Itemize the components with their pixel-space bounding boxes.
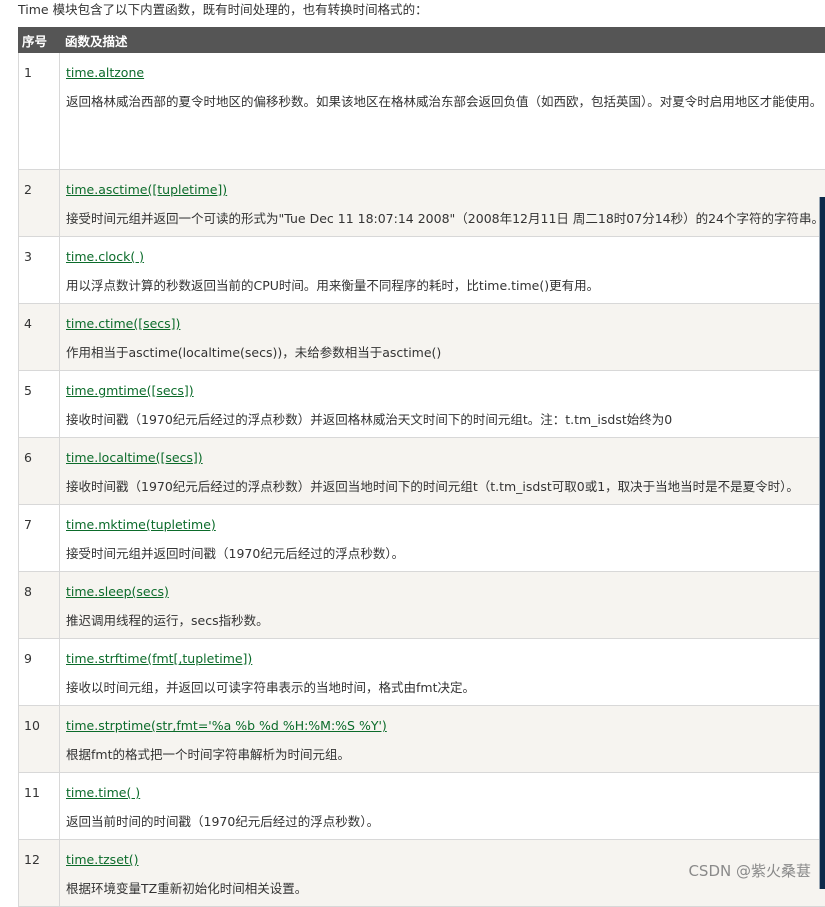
table-row: 9 time.strftime(fmt[,tupletime]) 接收以时间元组… [18, 639, 825, 706]
function-desc: 接受时间元组并返回时间戳（1970纪元后经过的浮点秒数）。 [66, 546, 405, 561]
function-desc: 根据fmt的格式把一个时间字符串解析为时间元组。 [66, 747, 350, 762]
row-desc-cell: time.strptime(str,fmt='%a %b %d %H:%M:%S… [60, 706, 825, 772]
function-desc: 接收以时间元组，并返回以可读字符串表示的当地时间，格式由fmt决定。 [66, 680, 475, 695]
function-name: time.altzone [66, 65, 145, 80]
table-row: 2 time.asctime([tupletime]) 接受时间元组并返回一个可… [18, 170, 825, 237]
intro-text: Time 模块包含了以下内置函数，既有时间处理的，也有转换时间格式的： [18, 2, 428, 17]
row-num: 9 [19, 639, 60, 705]
function-name: time.gmtime([secs]) [66, 383, 194, 398]
function-desc: 用以浮点数计算的秒数返回当前的CPU时间。用来衡量不同程序的耗时，比time.t… [66, 278, 600, 293]
function-name: time.ctime([secs]) [66, 316, 181, 331]
row-desc-cell: time.localtime([secs]) 接收时间戳（1970纪元后经过的浮… [60, 438, 825, 504]
function-desc: 推迟调用线程的运行，secs指秒数。 [66, 613, 269, 628]
function-name: time.sleep(secs) [66, 584, 169, 599]
table-row: 1 time.altzone 返回格林威治西部的夏令时地区的偏移秒数。如果该地区… [18, 53, 825, 170]
row-desc-cell: time.strftime(fmt[,tupletime]) 接收以时间元组，并… [60, 639, 825, 705]
row-desc-cell: time.clock( ) 用以浮点数计算的秒数返回当前的CPU时间。用来衡量不… [60, 237, 825, 303]
function-name: time.tzset() [66, 852, 139, 867]
function-name: time.strftime(fmt[,tupletime]) [66, 651, 253, 666]
table-row: 7 time.mktime(tupletime) 接受时间元组并返回时间戳（19… [18, 505, 825, 572]
row-desc-cell: time.asctime([tupletime]) 接受时间元组并返回一个可读的… [60, 170, 825, 236]
row-num: 4 [19, 304, 60, 370]
row-desc-cell: time.altzone 返回格林威治西部的夏令时地区的偏移秒数。如果该地区在格… [60, 53, 825, 169]
function-name: time.localtime([secs]) [66, 450, 203, 465]
function-desc: 接收时间戳（1970纪元后经过的浮点秒数）并返回当地时间下的时间元组t（t.tm… [66, 479, 799, 494]
table-row: 8 time.sleep(secs) 推迟调用线程的运行，secs指秒数。 [18, 572, 825, 639]
time-functions-table: 序号 函数及描述 1 time.altzone 返回格林威治西部的夏令时地区的偏… [18, 27, 825, 907]
table-row: 10 time.strptime(str,fmt='%a %b %d %H:%M… [18, 706, 825, 773]
function-name: time.asctime([tupletime]) [66, 182, 228, 197]
header-num: 序号 [22, 33, 48, 49]
function-name: time.mktime(tupletime) [66, 517, 216, 532]
terminal-window-edge [819, 197, 825, 889]
row-desc-cell: time.gmtime([secs]) 接收时间戳（1970纪元后经过的浮点秒数… [60, 371, 825, 437]
row-num: 8 [19, 572, 60, 638]
table-header: 序号 函数及描述 [18, 27, 825, 53]
row-desc-cell: time.time( ) 返回当前时间的时间戳（1970纪元后经过的浮点秒数）。 [60, 773, 825, 839]
function-desc: 接收时间戳（1970纪元后经过的浮点秒数）并返回格林威治天文时间下的时间元组t。… [66, 412, 673, 427]
table-row: 5 time.gmtime([secs]) 接收时间戳（1970纪元后经过的浮点… [18, 371, 825, 438]
row-num: 12 [19, 840, 60, 906]
table-row: 11 time.time( ) 返回当前时间的时间戳（1970纪元后经过的浮点秒… [18, 773, 825, 840]
function-name: time.time( ) [66, 785, 141, 800]
function-desc: 接受时间元组并返回一个可读的形式为"Tue Dec 11 18:07:14 20… [66, 211, 825, 226]
row-num: 1 [19, 53, 60, 169]
row-desc-cell: time.mktime(tupletime) 接受时间元组并返回时间戳（1970… [60, 505, 825, 571]
row-num: 2 [19, 170, 60, 236]
row-num: 7 [19, 505, 60, 571]
table-row: 6 time.localtime([secs]) 接收时间戳（1970纪元后经过… [18, 438, 825, 505]
function-name: time.clock( ) [66, 249, 145, 264]
row-num: 10 [19, 706, 60, 772]
watermark: CSDN @紫火桑葚 [688, 862, 811, 880]
row-num: 11 [19, 773, 60, 839]
row-num: 5 [19, 371, 60, 437]
function-desc: 返回当前时间的时间戳（1970纪元后经过的浮点秒数）。 [66, 814, 380, 829]
row-desc-cell: time.ctime([secs]) 作用相当于asctime(localtim… [60, 304, 825, 370]
table-row: 4 time.ctime([secs]) 作用相当于asctime(localt… [18, 304, 825, 371]
function-desc: 作用相当于asctime(localtime(secs))，未给参数相当于asc… [66, 345, 442, 360]
row-desc-cell: time.sleep(secs) 推迟调用线程的运行，secs指秒数。 [60, 572, 825, 638]
table-row: 3 time.clock( ) 用以浮点数计算的秒数返回当前的CPU时间。用来衡… [18, 237, 825, 304]
header-desc: 函数及描述 [65, 33, 128, 49]
row-num: 6 [19, 438, 60, 504]
function-desc: 返回格林威治西部的夏令时地区的偏移秒数。如果该地区在格林威治东部会返回负值（如西… [66, 94, 823, 109]
row-num: 3 [19, 237, 60, 303]
function-name: time.strptime(str,fmt='%a %b %d %H:%M:%S… [66, 718, 387, 733]
